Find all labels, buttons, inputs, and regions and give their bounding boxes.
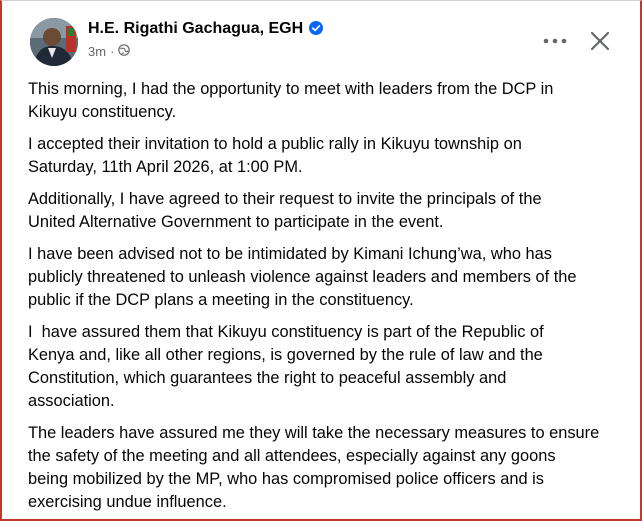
author-name-text[interactable]: H.E. Rigathi Gachagua, EGH xyxy=(88,20,303,37)
author-name[interactable]: H.E. Rigathi Gachagua, EGH xyxy=(88,20,324,40)
more-options-button[interactable] xyxy=(539,29,571,53)
verified-badge-icon xyxy=(309,21,324,40)
post-body: This morning, I had the opportunity to m… xyxy=(28,78,628,519)
post-paragraph: This morning, I had the opportunity to m… xyxy=(28,80,554,121)
more-options-icon xyxy=(543,38,567,44)
post-paragraph: The leaders have assured me they will ta… xyxy=(28,424,600,511)
globe-icon[interactable] xyxy=(118,44,131,59)
post-paragraph: Additionally, I have agreed to their req… xyxy=(28,190,542,231)
close-button[interactable] xyxy=(586,27,614,55)
post-timestamp[interactable]: 3m xyxy=(88,44,106,59)
post-header: H.E. Rigathi Gachagua, EGH 3m · xyxy=(2,1,640,69)
post-meta: 3m · xyxy=(88,44,131,59)
post-dialog: H.E. Rigathi Gachagua, EGH 3m · This mor… xyxy=(0,0,642,521)
post-paragraph: I have been advised not to be intimidate… xyxy=(28,245,577,309)
close-icon xyxy=(590,31,610,51)
meta-separator: · xyxy=(110,44,115,59)
post-paragraph: I accepted their invitation to hold a pu… xyxy=(28,135,522,176)
post-paragraph: I have assured them that Kikuyu constitu… xyxy=(28,323,544,410)
author-avatar[interactable] xyxy=(30,18,78,66)
